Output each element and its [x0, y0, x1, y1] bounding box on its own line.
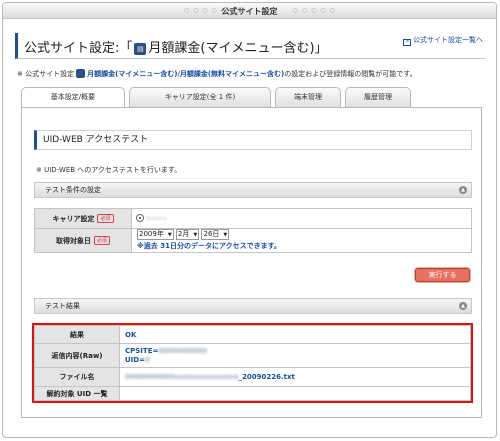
section-note: ※ UID-WEB へのアクセステストを行います。 [36, 166, 182, 174]
results-table: 結果 OK 返信内容(Raw) CPSITE=0000000000 UID=0 … [32, 323, 473, 403]
day-value: 26日 [203, 230, 220, 239]
year-select[interactable]: 2009年 ▼ [137, 229, 174, 241]
page-title-suffix: 」 [314, 41, 328, 56]
filename-row: ファイル名 0000000000nnnnnnnnnnnnn_20090226.t… [34, 367, 471, 387]
raw-response-value: CPSITE=0000000000 UID=0 [119, 343, 471, 368]
results-header: テスト結果 ▲ [34, 298, 472, 314]
conditions-form: キャリア設定 必須 ••••• 取得対象日 必須 2009年 ▼ 2月 ▼ 26日 ▼ ※… [34, 208, 472, 253]
carrier-value-cell: ••••• [131, 208, 472, 229]
book-icon [76, 69, 86, 78]
result-label: 結果 [34, 325, 120, 344]
raw-response-label: 返信内容(Raw) [34, 343, 120, 368]
carrier-row: キャリア設定 必須 ••••• [34, 208, 472, 229]
description-suffix: の設定および登録情報の閲覧が可能です。 [284, 70, 417, 78]
result-value: OK [119, 325, 471, 344]
chevron-down-icon: ▼ [193, 232, 198, 239]
raw-cpsite-key: CPSITE= [125, 346, 159, 355]
tab-panel: UID-WEB アクセステスト ※ UID-WEB へのアクセステストを行います… [21, 107, 482, 418]
external-link-icon: ↗ [403, 39, 411, 46]
carrier-label-cell: キャリア設定 必須 [34, 208, 132, 229]
collapse-icon[interactable]: ▲ [459, 302, 467, 310]
results-header-label: テスト結果 [45, 302, 80, 310]
raw-response-row: 返信内容(Raw) CPSITE=0000000000 UID=0 [34, 343, 471, 368]
raw-uid-key: UID= [125, 355, 145, 364]
raw-uid-value: 0 [144, 355, 150, 364]
tab-device-management[interactable]: 端末管理 [275, 87, 341, 108]
month-value: 2月 [177, 230, 190, 239]
tab-carrier-settings[interactable]: キャリア設定(全 1 件) [129, 87, 271, 108]
cancel-uid-label: 解約対象 UID 一覧 [34, 386, 120, 401]
required-badge: 必須 [97, 213, 114, 223]
tab-bar: 基本設定/概要 キャリア設定(全 1 件) 端末管理 履歴管理 [21, 87, 491, 109]
description-link-free[interactable]: 月額課金(無料マイメニュー含む) [180, 70, 284, 78]
page-description: ※ 公式サイト設定 月額課金(マイメニュー含む)/月額課金(無料マイメニュー含む)… [17, 69, 417, 78]
site-list-link[interactable]: ↗ 公式サイト設定一覧へ [403, 35, 483, 46]
page-header: 公式サイト設定:「 ▤ 月額課金(マイメニュー含む)」 ↗ 公式サイト設定一覧へ [15, 33, 485, 59]
date-label: 取得対象日 [55, 236, 91, 245]
conditions-header: テスト条件の設定 ▲ [34, 182, 472, 198]
result-row: 結果 OK [34, 325, 471, 344]
page-title: 公式サイト設定:「 ▤ 月額課金(マイメニュー含む)」 [24, 37, 328, 56]
conditions-header-label: テスト条件の設定 [45, 186, 101, 194]
cancel-uid-value [119, 386, 471, 401]
raw-cpsite-value: 0000000000 [158, 346, 208, 355]
section-title: UID-WEB アクセステスト [34, 130, 472, 150]
filename-prefix: 0000000000nnnnnnnnnnnnn [125, 373, 239, 381]
run-button[interactable]: 実行する [415, 268, 470, 282]
year-value: 2009年 [139, 230, 164, 239]
book-icon: ▤ [134, 43, 147, 55]
carrier-value: ••••• [146, 215, 167, 223]
filename-label: ファイル名 [34, 367, 120, 387]
chevron-down-icon: ▼ [223, 232, 228, 239]
carrier-label: キャリア設定 [52, 214, 95, 223]
collapse-icon[interactable]: ▲ [459, 186, 467, 194]
page-title-name: 月額課金(マイメニュー含む) [148, 41, 315, 56]
date-label-cell: 取得対象日 必須 [34, 228, 132, 253]
tab-basic-settings[interactable]: 基本設定/概要 [21, 87, 125, 109]
window-frame: ○ ○ ○ ○ ○ ○ 公式サイト設定 ○ ○ ○ ○ ○ 公式サイト設定:「 ▤… [2, 2, 497, 438]
required-badge: 必須 [93, 235, 110, 245]
window-title: 公式サイト設定 [221, 7, 278, 16]
site-list-link-label: 公式サイト設定一覧へ [413, 36, 483, 44]
date-row: 取得対象日 必須 2009年 ▼ 2月 ▼ 26日 ▼ ※過去 31日分のデータにアクセ… [34, 228, 472, 253]
date-value-cell: 2009年 ▼ 2月 ▼ 26日 ▼ ※過去 31日分のデータにアクセスできます。 [131, 228, 472, 253]
month-select[interactable]: 2月 ▼ [175, 229, 200, 241]
cancel-uid-row: 解約対象 UID 一覧 [34, 386, 471, 401]
tab-history-management[interactable]: 履歴管理 [345, 87, 411, 108]
day-select[interactable]: 26日 ▼ [201, 229, 230, 241]
titlebar-decoration: ○ ○ ○ ○ ○ [293, 7, 336, 14]
chevron-down-icon: ▼ [167, 232, 172, 239]
carrier-radio[interactable] [136, 214, 144, 222]
page-title-prefix: 公式サイト設定:「 [24, 41, 133, 56]
filename-value: 0000000000nnnnnnnnnnnnn_20090226.txt [119, 367, 471, 387]
window-titlebar: ○ ○ ○ ○ ○ ○ 公式サイト設定 ○ ○ ○ ○ ○ [3, 3, 496, 19]
date-hint: ※過去 31日分のデータにアクセスできます。 [137, 241, 281, 250]
description-link-monthly[interactable]: 月額課金(マイメニュー含む) [87, 70, 177, 78]
filename-suffix: _20090226.txt [238, 373, 295, 381]
description-prefix: ※ 公式サイト設定 [17, 70, 75, 78]
